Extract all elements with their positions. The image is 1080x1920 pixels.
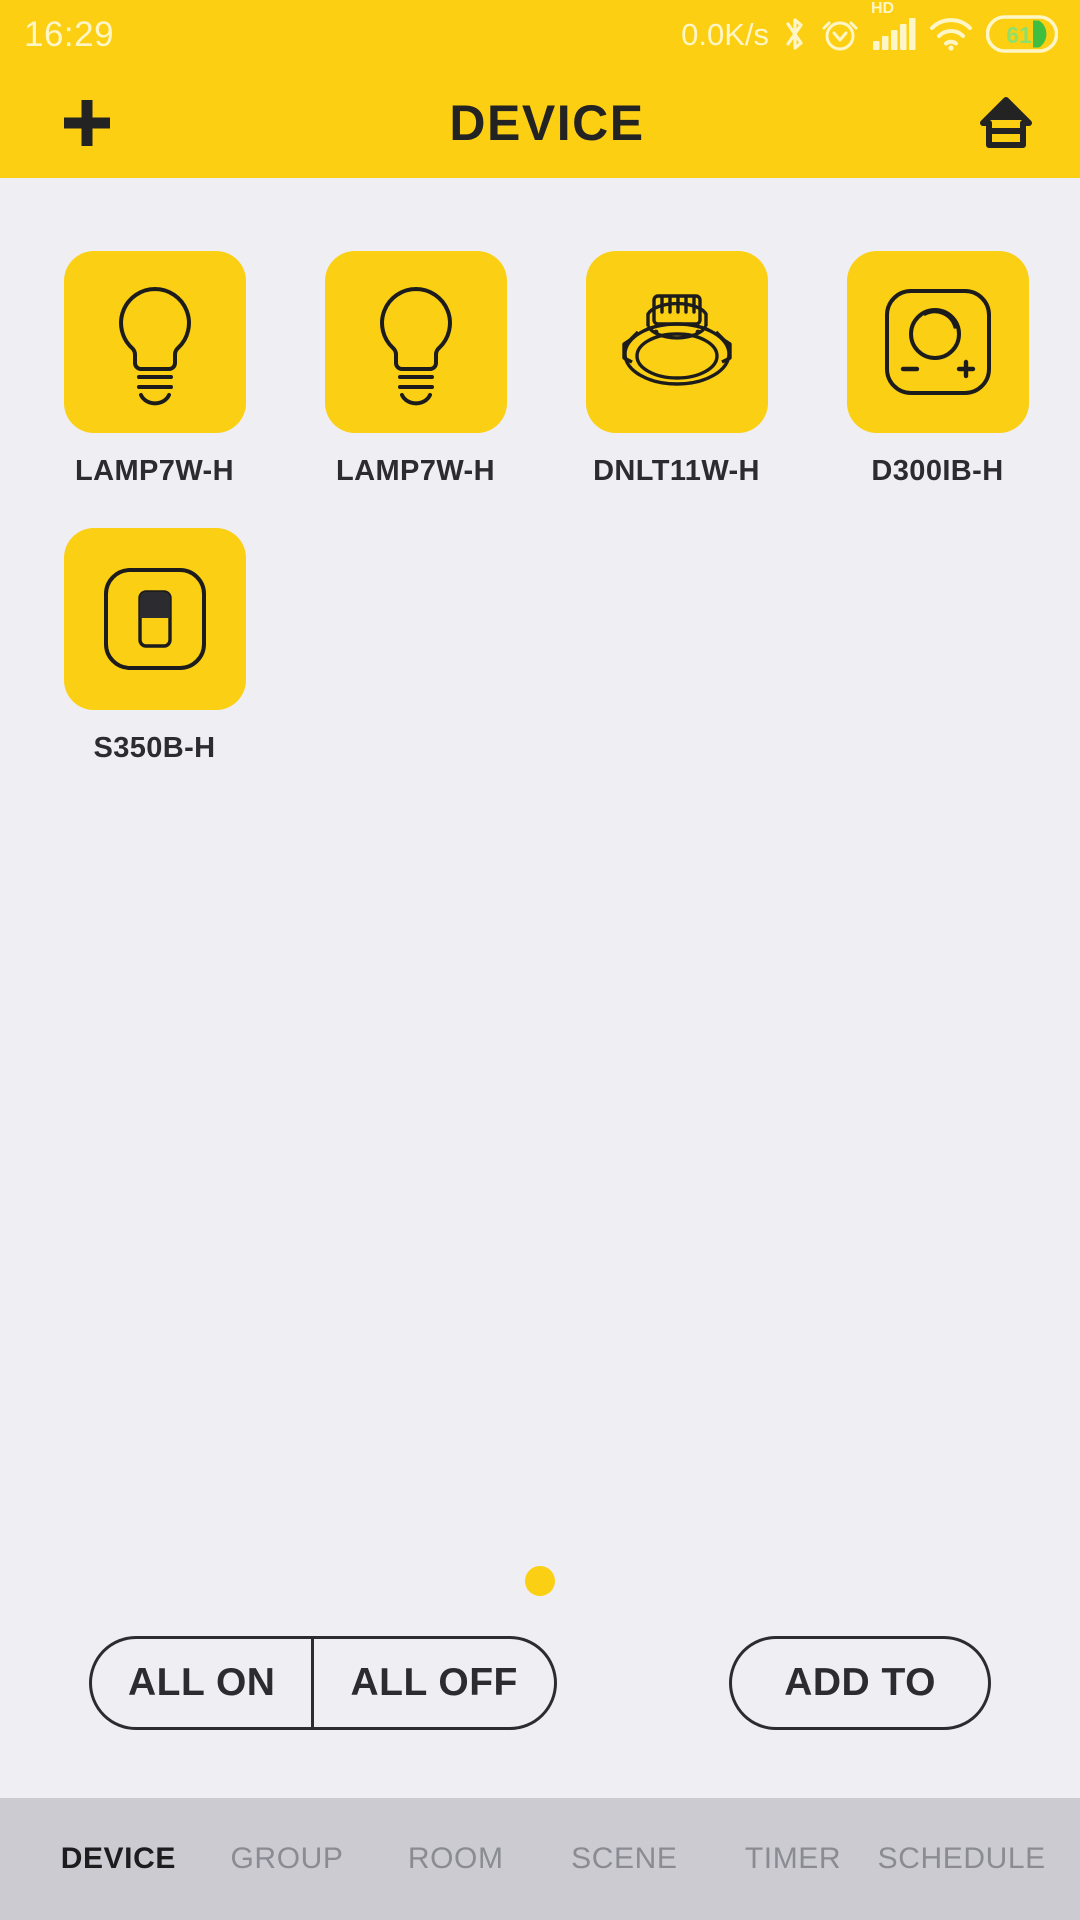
device-tile-lamp7w-h-1[interactable]: LAMP7W-H xyxy=(24,251,285,488)
home-icon xyxy=(979,97,1032,148)
device-label: DNLT11W-H xyxy=(593,455,760,487)
app-header: DEVICE xyxy=(0,68,1080,178)
device-tile-dnlt11w-h[interactable]: DNLT11W-H xyxy=(546,251,807,488)
device-tile-lamp7w-h-2[interactable]: LAMP7W-H xyxy=(285,251,546,488)
bluetooth-icon xyxy=(782,15,808,53)
device-tile-s350b-h[interactable]: S350B-H xyxy=(24,528,285,765)
hd-label: HD xyxy=(871,0,895,17)
tab-device[interactable]: DEVICE xyxy=(34,1842,203,1876)
all-on-off-segmented-control: ALL ON ALL OFF xyxy=(89,1636,557,1730)
wifi-icon xyxy=(929,17,973,51)
add-to-button[interactable]: ADD TO xyxy=(729,1636,991,1730)
device-grid: LAMP7W-H LAMP7W-H DNLT11W-H D300IB-H S35… xyxy=(0,178,1080,805)
battery-icon: 61 xyxy=(986,15,1058,53)
alarm-icon xyxy=(821,15,859,53)
device-label: LAMP7W-H xyxy=(75,455,234,487)
status-bar: 16:29 0.0K/s HD 61 xyxy=(0,0,1080,68)
tab-room[interactable]: ROOM xyxy=(371,1842,540,1876)
signal-icon: HD xyxy=(871,1,916,50)
battery-percent-label: 61 xyxy=(1006,22,1032,48)
tab-schedule[interactable]: SCHEDULE xyxy=(877,1842,1046,1876)
status-icons: 0.0K/s HD 61 xyxy=(681,1,1058,53)
add-device-button[interactable] xyxy=(56,92,118,154)
network-speed-label: 0.0K/s xyxy=(681,16,769,52)
all-off-button[interactable]: ALL OFF xyxy=(314,1639,553,1727)
device-icon-tile[interactable] xyxy=(63,528,246,710)
tab-scene[interactable]: SCENE xyxy=(540,1842,709,1876)
device-icon-tile[interactable] xyxy=(585,251,768,433)
tab-group[interactable]: GROUP xyxy=(203,1842,372,1876)
home-button[interactable] xyxy=(976,93,1036,153)
main-content: LAMP7W-H LAMP7W-H DNLT11W-H D300IB-H S35… xyxy=(0,178,1080,1798)
all-on-button[interactable]: ALL ON xyxy=(92,1639,311,1727)
grid-spacer xyxy=(0,805,1080,1566)
bottom-tab-bar: DEVICE GROUP ROOM SCENE TIMER SCHEDULE xyxy=(0,1798,1080,1920)
action-bar: ALL ON ALL OFF ADD TO xyxy=(0,1636,1080,1730)
device-icon-tile[interactable] xyxy=(63,251,246,433)
device-label: D300IB-H xyxy=(871,455,1004,487)
device-label: S350B-H xyxy=(93,732,216,764)
device-icon-tile[interactable] xyxy=(846,251,1029,433)
switch-icon xyxy=(103,568,206,670)
page-title: DEVICE xyxy=(449,95,645,151)
app-screen: 16:29 0.0K/s HD 61 DEVICE LAMP7W-H LAMP7… xyxy=(0,0,1080,1920)
bulb-icon xyxy=(379,286,452,406)
device-icon-tile[interactable] xyxy=(324,251,507,433)
tab-timer[interactable]: TIMER xyxy=(709,1842,878,1876)
page-dot-active[interactable] xyxy=(525,1566,555,1596)
device-tile-d300ib-h[interactable]: D300IB-H xyxy=(807,251,1068,488)
plus-icon xyxy=(64,100,110,146)
page-indicator[interactable] xyxy=(0,1566,1080,1596)
status-time: 16:29 xyxy=(24,14,115,54)
dimmer-icon xyxy=(884,289,991,395)
device-label: LAMP7W-H xyxy=(336,455,495,487)
downlight-icon xyxy=(621,294,732,386)
bulb-icon xyxy=(118,286,191,406)
